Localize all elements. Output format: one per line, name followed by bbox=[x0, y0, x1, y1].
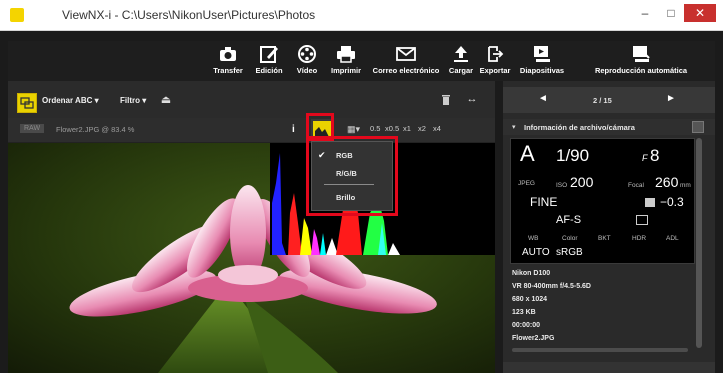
app-icon bbox=[10, 8, 24, 22]
email-button[interactable]: Correo electrónico bbox=[370, 44, 442, 80]
bkt-label: BKT bbox=[598, 235, 611, 242]
zoom-1x[interactable]: x1 bbox=[403, 124, 411, 133]
aperture-prefix: F bbox=[642, 153, 648, 163]
grid-view-icon[interactable]: ▦▾ bbox=[347, 124, 360, 135]
filter-label: Filtro bbox=[120, 96, 140, 105]
transfer-label: Transfer bbox=[213, 66, 243, 75]
slideshow-label: Diapositivas bbox=[519, 66, 565, 75]
aperture-value: 8 bbox=[650, 146, 660, 165]
shutter-speed: 1/90 bbox=[556, 146, 590, 165]
focal-value: 260 bbox=[655, 174, 679, 190]
export-label: Exportar bbox=[479, 66, 511, 75]
zoom-fit[interactable]: 0.5 bbox=[370, 124, 380, 133]
vertical-scrollbar[interactable] bbox=[696, 138, 702, 348]
white-balance: AUTO bbox=[522, 247, 550, 258]
color-space: sRGB bbox=[556, 247, 583, 258]
exposure-mode: A bbox=[520, 141, 535, 166]
sort-dropdown[interactable]: Ordenar ABC ▾ bbox=[42, 96, 99, 105]
camera-model: Nikon D100 bbox=[512, 270, 551, 277]
autoplay-button[interactable]: Reproducción automática bbox=[572, 44, 710, 80]
metering-icon bbox=[636, 215, 648, 225]
window-title: ViewNX-i - C:\Users\NikonUser\Pictures\P… bbox=[62, 8, 316, 22]
image-counter: 2 / 15 bbox=[593, 96, 612, 105]
export-icon bbox=[485, 44, 505, 64]
edit-label: Edición bbox=[255, 66, 283, 75]
focus-mode: AF-S bbox=[556, 214, 582, 226]
flower-photo bbox=[8, 143, 495, 373]
upload-button[interactable]: Cargar bbox=[446, 44, 476, 80]
raw-badge: RAW bbox=[20, 124, 45, 133]
slideshow-icon bbox=[532, 44, 552, 64]
filter-dropdown[interactable]: Filtro ▾ bbox=[120, 96, 146, 105]
autoplay-icon bbox=[631, 44, 651, 64]
video-button[interactable]: Vídeo bbox=[290, 44, 324, 80]
iso-value: 200 bbox=[570, 174, 594, 190]
warning-icon[interactable]: ⏏ bbox=[156, 93, 176, 111]
focal-unit: mm bbox=[680, 182, 691, 189]
camera-icon bbox=[218, 44, 238, 64]
collapse-arrow-icon[interactable]: ▾ bbox=[512, 123, 516, 131]
info-button[interactable]: i bbox=[292, 124, 295, 135]
sort-label: Ordenar ABC bbox=[42, 96, 93, 105]
mail-icon bbox=[396, 44, 416, 64]
expand-icon[interactable]: ↔ bbox=[462, 93, 482, 111]
print-label: Imprimir bbox=[330, 66, 361, 75]
menu-highlight-frame bbox=[306, 136, 398, 216]
print-button[interactable]: Imprimir bbox=[326, 44, 366, 80]
autoplay-label: Reproducción automática bbox=[594, 66, 688, 75]
settings-icon[interactable] bbox=[692, 121, 704, 133]
edit-icon bbox=[259, 44, 279, 64]
email-label: Correo electrónico bbox=[372, 66, 440, 75]
video-label: Vídeo bbox=[296, 66, 318, 75]
horizontal-scrollbar[interactable] bbox=[512, 348, 688, 352]
upload-icon bbox=[451, 44, 471, 64]
capture-time: 00:00:00 bbox=[512, 322, 541, 329]
upload-label: Cargar bbox=[448, 66, 474, 75]
minimize-button[interactable]: – bbox=[632, 4, 658, 22]
next-image-button[interactable]: ► bbox=[666, 93, 676, 104]
zoom-half[interactable]: x0.5 bbox=[385, 124, 399, 133]
format-label: JPEG bbox=[518, 180, 535, 187]
thumbnail-toggle-button[interactable] bbox=[17, 93, 37, 113]
chevron-down-icon: ▾ bbox=[94, 96, 99, 105]
iso-label: ISO bbox=[556, 182, 568, 189]
prev-image-button[interactable]: ◄ bbox=[538, 93, 548, 104]
edit-button[interactable]: Edición bbox=[250, 44, 288, 80]
file-name: Flower2.JPG bbox=[512, 335, 555, 342]
thumbnail-icon bbox=[20, 97, 34, 109]
exposure-comp-icon bbox=[645, 198, 655, 207]
export-button[interactable]: Exportar bbox=[478, 44, 512, 80]
file-size: 123 KB bbox=[512, 309, 536, 316]
title-bar: ViewNX-i - C:\Users\NikonUser\Pictures\P… bbox=[0, 0, 723, 31]
hdr-label: HDR bbox=[632, 235, 647, 242]
info-section-title: Información de archivo/cámara bbox=[524, 123, 635, 132]
file-zoom-label: Flower2.JPG @ 83.4 % bbox=[56, 125, 135, 134]
film-reel-icon bbox=[297, 44, 317, 64]
adl-label: ADL bbox=[666, 235, 679, 242]
zoom-4x[interactable]: x4 bbox=[433, 124, 441, 133]
maximize-button[interactable]: □ bbox=[658, 4, 684, 22]
zoom-2x[interactable]: x2 bbox=[418, 124, 426, 133]
panel-divider[interactable] bbox=[495, 81, 503, 373]
wb-label: WB bbox=[528, 235, 539, 242]
collapsed-section-header[interactable] bbox=[503, 362, 715, 373]
photo-preview[interactable] bbox=[8, 143, 495, 373]
transfer-button[interactable]: Transfer bbox=[209, 44, 247, 80]
color-label: Color bbox=[562, 235, 578, 242]
image-dimensions: 680 x 1024 bbox=[512, 296, 548, 303]
printer-icon bbox=[336, 44, 356, 64]
slideshow-button[interactable]: Diapositivas bbox=[514, 44, 570, 80]
exposure-comp-value: −0.3 bbox=[660, 195, 684, 209]
chevron-down-icon: ▾ bbox=[142, 96, 147, 105]
trash-icon[interactable] bbox=[436, 93, 456, 111]
focal-label: Focal bbox=[628, 182, 644, 189]
lens-name: VR 80-400mm f/4.5-5.6D bbox=[512, 283, 591, 290]
close-button[interactable]: ✕ bbox=[684, 4, 716, 22]
image-quality: FINE bbox=[530, 195, 558, 209]
